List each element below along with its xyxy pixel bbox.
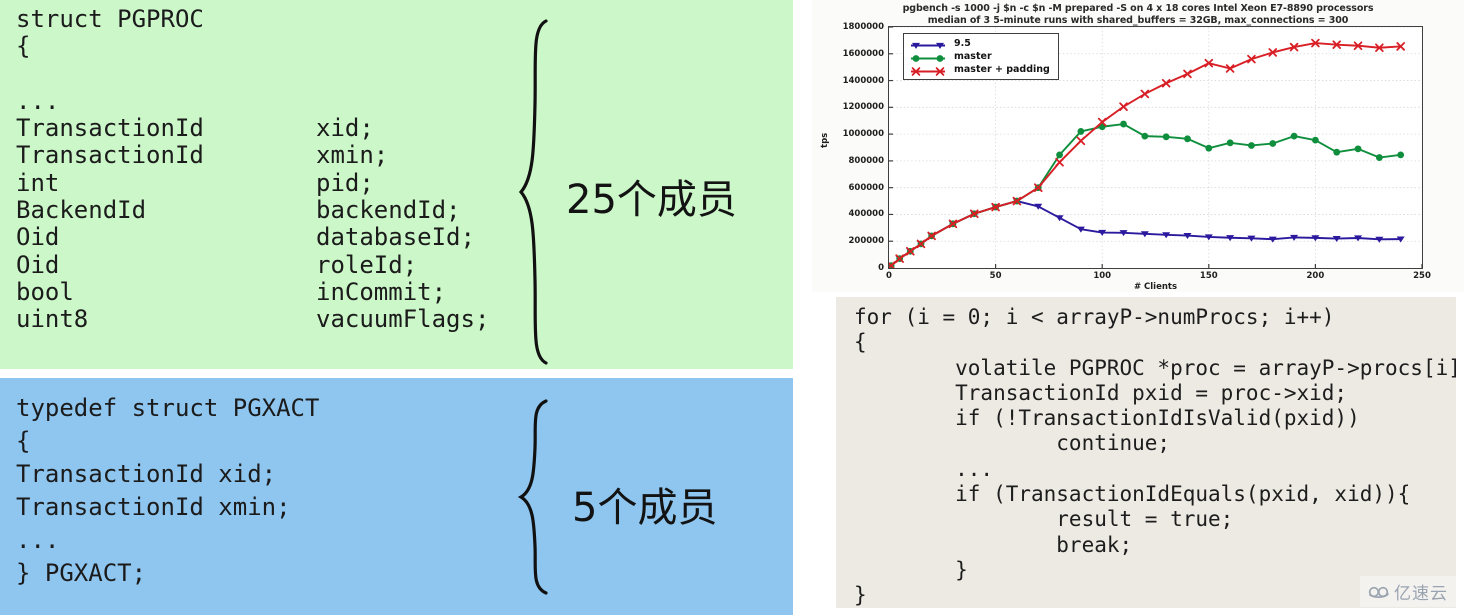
x-tick-label: 100 <box>1093 271 1112 281</box>
struct-field-type: TransactionId <box>16 114 204 143</box>
struct-line: Oid databaseId; <box>16 223 489 252</box>
pgxact-code-block: typedef struct PGXACT { TransactionId xid;… <box>16 392 319 590</box>
struct-field-name: backendId; <box>316 196 461 225</box>
y-tick-label: 1400000 <box>842 75 884 86</box>
code-line: volatile PGPROC *proc = arrayP->procs[i]… <box>854 355 1456 380</box>
struct-line: { <box>16 32 31 61</box>
legend-item: master + padding <box>908 63 1050 76</box>
pgproc-member-count-label: 25个成员 <box>566 177 737 223</box>
chart-title-line-1: pgbench -s 1000 -j $n -c $n -M prepared … <box>902 3 1374 14</box>
struct-line: ... <box>16 86 60 115</box>
code-line: if (!TransactionIdIsValid(pxid)) <box>854 406 1360 431</box>
benchmark-chart-panel: pgbench -s 1000 -j $n -c $n -M prepared … <box>812 0 1464 292</box>
struct-field-name: xmin; <box>316 141 389 170</box>
slide-root: struct PGPROC{ ... TransactionId xid; Trans… <box>0 0 1464 615</box>
chart-series-master <box>889 120 1405 268</box>
x-tick-label: 0 <box>886 271 892 281</box>
struct-field-type: BackendId <box>16 196 147 225</box>
struct-line: } PGXACT; <box>16 559 147 587</box>
legend-label: master <box>954 51 992 62</box>
struct-line: int pid; <box>16 168 489 197</box>
y-tick-label: 0 <box>878 263 884 273</box>
y-tick-label: 1000000 <box>842 129 884 140</box>
watermark-text: 亿速云 <box>1394 584 1448 604</box>
code-line: continue; <box>854 431 1171 456</box>
code-block: for (i = 0; i < arrayP->numProcs; i++){ … <box>854 305 1456 608</box>
code-line: ... <box>854 456 994 481</box>
chart-plot-area: 0 200000 400000 600000 800000 1000000 1200000 1… <box>843 22 1431 281</box>
struct-line: Oid roleId; <box>16 250 489 279</box>
struct-field-name: xid; <box>316 114 374 143</box>
legend-marker-icon <box>908 51 948 62</box>
struct-field-name: inCommit; <box>316 277 447 306</box>
struct-line: TransactionId xid; <box>16 460 277 488</box>
code-line: break; <box>854 532 1133 557</box>
struct-line <box>16 61 489 88</box>
y-tick-label: 800000 <box>848 155 885 166</box>
pgproc-code-block: struct PGPROC{ ... TransactionId xid; Trans… <box>16 5 490 369</box>
code-line: { <box>854 330 867 355</box>
x-tick-label: 150 <box>1199 271 1218 281</box>
chart-series-9-5 <box>889 198 1405 268</box>
struct-line: typedef struct PGXACT <box>16 394 320 422</box>
struct-line: ... <box>16 360 489 369</box>
legend-label: master + padding <box>954 64 1050 75</box>
struct-field-type: int <box>16 168 60 197</box>
struct-line: { <box>16 427 31 455</box>
struct-line: BackendId backendId; <box>16 196 489 225</box>
struct-field-type: TransactionId <box>16 141 204 170</box>
code-line: if (TransactionIdEquals(pxid, xid)){ <box>854 482 1411 507</box>
struct-line: TransactionId xid; <box>16 114 489 143</box>
code-line: for (i = 0; i < arrayP->numProcs; i++) <box>854 305 1335 329</box>
legend-marker-icon <box>908 38 948 49</box>
legend-marker-icon <box>908 64 948 76</box>
struct-field-type: Oid <box>16 250 60 279</box>
struct-line <box>16 334 489 361</box>
legend-item: master <box>908 50 1050 63</box>
getsnapshotdata-code-panel: for (i = 0; i < arrayP->numProcs; i++){ … <box>836 297 1456 608</box>
pgproc-struct-panel: struct PGPROC{ ... TransactionId xid; Trans… <box>0 0 793 369</box>
y-tick-label: 1600000 <box>842 48 884 59</box>
y-tick-label: 200000 <box>848 236 885 247</box>
code-line: result = true; <box>854 507 1234 532</box>
y-tick-label: 1200000 <box>842 102 884 113</box>
y-tick-label: 400000 <box>848 209 885 220</box>
y-axis-label: tps <box>820 132 830 148</box>
x-tick-label: 50 <box>989 271 1002 281</box>
struct-line: struct PGPROC <box>16 5 204 33</box>
struct-line: ... <box>16 526 60 554</box>
struct-field-type: Oid <box>16 223 60 252</box>
struct-field-name: vacuumFlags; <box>316 305 490 334</box>
struct-field-type: uint8 <box>16 305 89 334</box>
struct-line: bool inCommit; <box>16 277 489 306</box>
struct-field-name: databaseId; <box>316 223 475 252</box>
struct-field-type: bool <box>16 277 74 306</box>
struct-field-name: pid; <box>316 168 374 197</box>
struct-line: TransactionId xmin; <box>16 141 489 170</box>
curly-brace-icon <box>516 18 562 366</box>
legend-label: 9.5 <box>954 38 971 49</box>
legend-item: 9.5 <box>908 37 1050 50</box>
chart-legend: 9.5 master master + padding <box>903 33 1059 80</box>
x-tick-label: 200 <box>1306 271 1325 281</box>
pgxact-member-count-label: 5个成员 <box>572 485 718 531</box>
x-axis-label: # Clients <box>1133 282 1178 292</box>
y-tick-label: 1800000 <box>842 22 884 32</box>
code-line: TransactionId pxid = proc->xid; <box>854 380 1348 405</box>
struct-line: TransactionId xmin; <box>16 493 291 521</box>
watermark: 亿速云 <box>1360 576 1456 607</box>
struct-field-name: roleId; <box>316 250 418 279</box>
struct-line: uint8 vacuumFlags; <box>16 305 490 334</box>
cloud-logo-icon <box>1368 586 1389 598</box>
x-tick-label: 250 <box>1413 271 1431 281</box>
chart-title: pgbench -s 1000 -j $n -c $n -M prepared … <box>812 3 1464 27</box>
y-tick-label: 600000 <box>848 182 885 193</box>
